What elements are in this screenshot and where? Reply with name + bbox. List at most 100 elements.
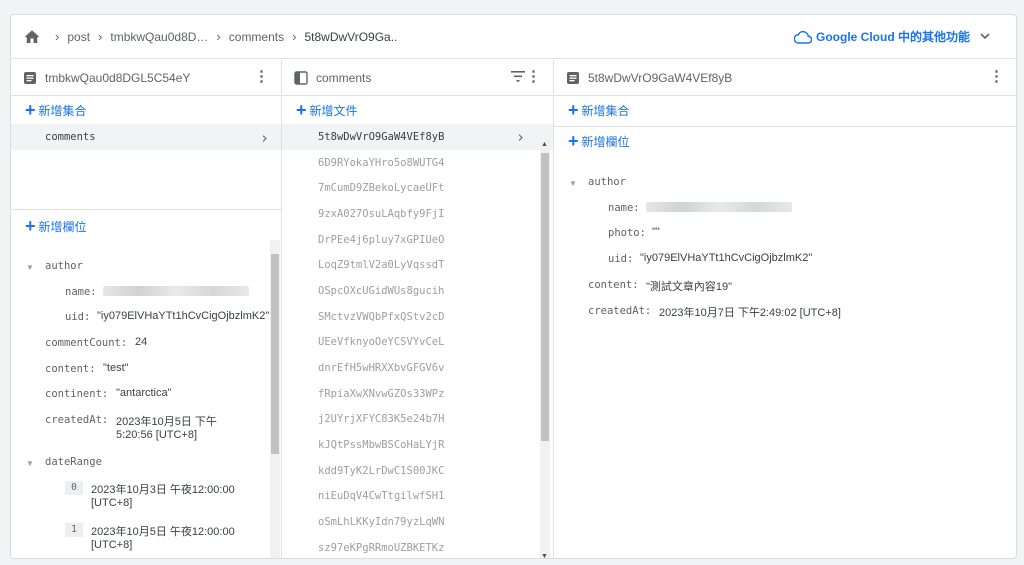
document-item[interactable]: SMctvzVWQbPfxQStv2cD — [282, 304, 553, 330]
document-id: SMctvzVWQbPfxQStv2cD — [318, 310, 445, 323]
vertical-scrollbar[interactable] — [270, 240, 280, 558]
field-key-createdAt: createdAt: — [45, 414, 109, 426]
document-item[interactable]: 6D9RYokaYHro5o8WUTG4 — [282, 150, 553, 176]
document-item-selected[interactable]: 5t8wDwVrO9GaW4VEf8yB › — [282, 124, 553, 150]
field-key-createdAt: createdAt: — [588, 305, 652, 317]
document-id: DrPEe4j6pluy7xGPIUeO — [318, 233, 445, 246]
document-item[interactable]: dnrEfH5wHRXXbvGFGV6v — [282, 355, 553, 381]
document-id: oSmLhLKKyIdn79yzLqWN — [318, 516, 445, 529]
field-value-content: "test" — [103, 362, 129, 374]
field-key-content: content: — [45, 363, 96, 375]
array-index-1: 1 — [65, 523, 89, 537]
document-item[interactable]: niEuDqV4CwTtgilwfSH1 — [282, 484, 553, 510]
top-bar: › post › tmbkwQau0d8D… › comments › 5t8w… — [11, 15, 1016, 59]
document-id: fRpiaXwXNvwGZOs33WPz — [318, 387, 445, 400]
column-title: comments — [316, 70, 372, 85]
scrollbar-thumb[interactable] — [541, 153, 549, 441]
redacted-name-value — [646, 201, 792, 213]
google-cloud-features-button[interactable]: Google Cloud 中的其他功能 — [794, 28, 994, 45]
document-item[interactable]: OSpcOXcUGidWUs8gucih — [282, 278, 553, 304]
chevron-right-icon: › — [98, 29, 103, 44]
chevron-right-icon: › — [55, 29, 60, 44]
cloud-icon — [794, 30, 812, 44]
document-id: sz97eKPgRRmoUZBKETKz — [318, 541, 445, 554]
field-value-uid: "iy079ElVHaYTt1hCvCigOjbzlmK2" — [97, 310, 270, 322]
document-id: kJQtPssMbwBSCoHaLYjR — [318, 439, 445, 452]
field-list: ▼ author name: photo: "" uid: "iy079ElVH… — [554, 60, 1016, 558]
field-key-author: author — [45, 260, 83, 272]
vertical-scrollbar[interactable]: ▲ ▼ — [540, 141, 550, 558]
document-id: UEeVfknyoOeYCSVYvCeL — [318, 336, 445, 349]
document-id: j2UYrjXFYC83K5e24b7H — [318, 413, 445, 426]
breadcrumb-item-post[interactable]: post — [67, 30, 90, 44]
scroll-down-icon[interactable]: ▼ — [541, 553, 548, 558]
scroll-up-icon[interactable]: ▲ — [541, 141, 548, 148]
document-item[interactable]: DrPEe4j6pluy7xGPIUeO — [282, 227, 553, 253]
scrollbar-thumb[interactable] — [271, 254, 279, 454]
field-value-createdAt: 2023年10月7日 下午2:49:02 [UTC+8] — [659, 307, 841, 319]
field-key-author: author — [588, 176, 626, 188]
field-value-dateRange-0-line1: 2023年10月3日 午夜12:00:00 — [91, 484, 235, 496]
firestore-data-panel: › post › tmbkwQau0d8D… › comments › 5t8w… — [10, 14, 1017, 559]
breadcrumb-item-current[interactable]: 5t8wDwVrO9Ga.. — [304, 30, 397, 44]
column-header: comments ⋮ — [282, 60, 553, 96]
document-list: 5t8wDwVrO9GaW4VEf8yB › 6D9RYokaYHro5o8WUT… — [282, 124, 553, 558]
field-key-dateRange: dateRange — [45, 456, 102, 468]
field-key-uid: uid: — [608, 253, 634, 265]
field-value-dateRange-0-line2: [UTC+8] — [91, 497, 133, 509]
field-key-uid: uid: — [65, 311, 91, 323]
document-item[interactable]: oSmLhLKKyIdn79yzLqWN — [282, 509, 553, 535]
filter-icon[interactable] — [511, 71, 525, 82]
document-item[interactable]: LoqZ9tmlV2a0LyVqssdT — [282, 252, 553, 278]
field-key-name: name: — [608, 202, 640, 214]
document-item[interactable]: j2UYrjXFYC83K5e24b7H — [282, 407, 553, 433]
field-key-photo: photo: — [608, 227, 646, 239]
expand-triangle-icon[interactable]: ▼ — [569, 179, 577, 188]
field-value-createdAt-line2: 5:20:56 [UTC+8] — [116, 429, 198, 441]
field-value-createdAt-line1: 2023年10月5日 下午 — [116, 416, 217, 428]
document-id: 6D9RYokaYHro5o8WUTG4 — [318, 156, 445, 169]
expand-triangle-icon[interactable]: ▼ — [26, 459, 34, 468]
expand-triangle-icon[interactable]: ▼ — [26, 263, 34, 272]
breadcrumb: › post › tmbkwQau0d8D… › comments › 5t8w… — [11, 28, 397, 46]
document-id: kdd9TyK2LrDwC1S00JKC — [318, 464, 445, 477]
field-value-commentCount: 24 — [135, 336, 148, 348]
add-document-button[interactable]: + 新增文件 — [282, 96, 553, 124]
field-key-name: name: — [65, 286, 97, 298]
field-key-content: content: — [588, 279, 639, 291]
document-item[interactable]: kdd9TyK2LrDwC1S00JKC — [282, 458, 553, 484]
plus-icon: + — [296, 100, 307, 120]
field-value-uid: "iy079ElVHaYTt1hCvCigOjbzlmK2" — [640, 252, 813, 264]
google-cloud-label: Google Cloud 中的其他功能 — [816, 30, 970, 44]
collection-column-comments: comments ⋮ + 新增文件 5t8wDwVrO9GaW4VEf8yB › 6… — [282, 60, 554, 558]
field-value-photo: "" — [652, 226, 660, 238]
collection-icon — [294, 70, 308, 85]
document-item[interactable]: fRpiaXwXNvwGZOs33WPz — [282, 381, 553, 407]
field-key-commentCount: commentCount: — [45, 337, 128, 349]
document-id: LoqZ9tmlV2a0LyVqssdT — [318, 259, 445, 272]
document-item[interactable]: sz97eKPgRRmoUZBKETKz — [282, 535, 553, 558]
document-item[interactable]: kJQtPssMbwBSCoHaLYjR — [282, 432, 553, 458]
chevron-right-icon: › — [515, 127, 525, 146]
home-icon[interactable] — [23, 28, 41, 46]
document-item[interactable]: 9zxA027OsuLAqbfy9FjI — [282, 201, 553, 227]
breadcrumb-item-document[interactable]: tmbkwQau0d8D… — [110, 30, 208, 44]
field-value-content: "測試文章內容19" — [646, 281, 733, 293]
document-id: 9zxA027OsuLAqbfy9FjI — [318, 207, 445, 220]
add-document-label: 新增文件 — [309, 103, 358, 118]
document-id: dnrEfH5wHRXXbvGFGV6v — [318, 362, 445, 375]
breadcrumb-item-comments[interactable]: comments — [229, 30, 284, 44]
more-vert-icon[interactable]: ⋮ — [526, 69, 541, 84]
chevron-right-icon: › — [292, 29, 297, 44]
document-id: 5t8wDwVrO9GaW4VEf8yB — [318, 130, 445, 143]
chevron-down-icon — [980, 33, 990, 40]
document-column-parent: tmbkwQau0d8DGL5C54eY ⋮ + 新增集合 comments › … — [11, 60, 282, 558]
document-item[interactable]: 7mCumD9ZBekoLycaeUFt — [282, 175, 553, 201]
field-key-continent: continent: — [45, 388, 109, 400]
chevron-right-icon: › — [216, 29, 221, 44]
field-value-dateRange-1-line1: 2023年10月5日 午夜12:00:00 — [91, 526, 235, 538]
document-item[interactable]: UEeVfknyoOeYCSVYvCeL — [282, 330, 553, 356]
document-id: niEuDqV4CwTtgilwfSH1 — [318, 490, 445, 503]
redacted-name-value — [103, 285, 249, 297]
document-id: OSpcOXcUGidWUs8gucih — [318, 284, 445, 297]
